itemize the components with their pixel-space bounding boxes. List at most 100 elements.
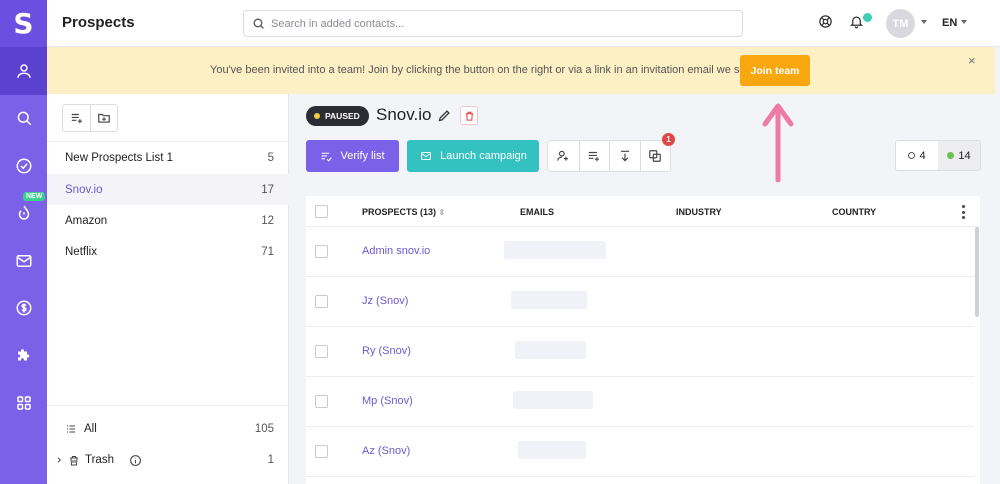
create-folder-button[interactable] [90,105,117,131]
table-row[interactable]: Az (Snov) [306,427,974,477]
annotation-arrow-icon [762,103,794,183]
list-item[interactable]: Snov.io 17 [47,174,289,205]
table-scrollbar[interactable] [975,227,979,317]
puzzle-icon [17,349,29,361]
search-input[interactable] [271,17,731,30]
table-row[interactable]: Mp (Snov) [306,377,974,427]
search-icon [17,111,31,126]
prospect-name[interactable]: Ry (Snov) [362,345,411,357]
list-item[interactable]: Netflix 71 [47,236,289,267]
info-icon[interactable] [129,454,142,467]
left-nav-rail: S NEW [0,0,47,484]
verify-list-button[interactable]: Verify list [306,140,399,172]
mail-icon [421,152,432,160]
add-list-icon [71,113,82,124]
nav-billing[interactable] [0,285,47,333]
list-item[interactable]: New Prospects List 1 5 [47,142,289,173]
team-invite-banner: You've been invited into a team! Join by… [47,47,995,94]
list-actions-group [547,140,671,172]
green-dot-icon [947,152,955,159]
nav-drips[interactable]: NEW [0,190,47,238]
delete-list-button[interactable] [460,106,478,125]
nav-email[interactable] [0,237,47,285]
trash-icon [465,111,473,121]
prospect-name[interactable]: Mp (Snov) [362,395,413,407]
table-row[interactable]: Jz (Snov) [306,277,974,327]
verification-stats: 4 14 [895,140,981,171]
add-to-list-button[interactable] [578,141,610,171]
row-checkbox[interactable] [315,445,328,458]
unverified-stat[interactable]: 4 [896,141,938,170]
create-list-button[interactable] [63,105,90,131]
ring-icon [908,152,916,159]
valid-count: 14 [958,149,971,162]
app-logo[interactable]: S [0,0,47,47]
list-count: 5 [267,151,274,164]
row-checkbox[interactable] [315,295,328,308]
list-name: Netflix [65,245,97,258]
dollar-icon [16,300,31,316]
email-placeholder [518,441,586,459]
more-options-icon[interactable] [957,205,969,219]
add-folder-icon [98,113,110,123]
bell-icon[interactable] [849,14,864,29]
sort-icon: ⇕ [438,208,446,217]
join-team-button[interactable]: Join team [740,55,810,86]
nav-search[interactable] [0,95,47,143]
divider [47,405,289,406]
row-checkbox[interactable] [315,245,328,258]
trash-item[interactable]: Trash 1 [47,446,289,474]
trash-icon [70,455,78,465]
lists-panel: New Prospects List 1 5 Snov.io 17 Amazon… [47,94,289,484]
avatar[interactable]: TM [886,9,915,38]
nav-prospects[interactable] [0,47,47,95]
col-emails: EMAILS [520,207,555,217]
verify-list-label: Verify list [340,150,385,162]
prospect-name[interactable]: Az (Snov) [362,445,410,457]
table-row[interactable]: Ry (Snov) [306,327,974,377]
list-tools [62,104,118,132]
nav-integrations[interactable] [0,332,47,380]
export-button[interactable] [609,141,640,171]
list-item[interactable]: Amazon 12 [47,205,289,236]
select-all-checkbox[interactable] [315,205,328,218]
all-prospects-item[interactable]: All 105 [47,415,289,443]
duplicates-count-badge: 1 [662,133,675,146]
top-bar: Prospects TM EN [47,0,1000,47]
pencil-icon[interactable] [437,108,452,123]
download-icon [620,150,629,162]
list-count: 17 [261,183,274,196]
email-placeholder [515,341,586,359]
verify-list-icon [322,152,333,162]
trash-label: Trash [85,454,114,466]
launch-campaign-button[interactable]: Launch campaign [407,140,539,172]
chevron-down-icon[interactable] [921,20,927,24]
valid-stat[interactable]: 14 [938,141,980,170]
trash-count: 1 [267,454,274,466]
chevron-down-icon[interactable] [961,20,967,24]
status-badge: PAUSED [306,106,369,126]
mail-icon [16,254,31,267]
prospects-table: PROSPECTS (13) ⇕ EMAILS INDUSTRY COUNTRY… [306,196,980,484]
close-icon[interactable]: × [968,53,976,68]
all-count: 105 [254,423,274,435]
prospect-name[interactable]: Jz (Snov) [362,295,408,307]
table-row[interactable]: Admin snov.io [306,227,974,277]
language-selector[interactable]: EN [942,17,957,29]
prospect-name[interactable]: Admin snov.io [362,245,430,257]
add-prospect-button[interactable] [548,141,579,171]
nav-verifier[interactable] [0,142,47,190]
email-placeholder [504,241,606,259]
duplicate-icon [649,150,662,162]
row-checkbox[interactable] [315,345,328,358]
chevron-right-icon[interactable] [55,456,63,464]
grid-icon [16,396,31,410]
nav-apps[interactable] [0,380,47,428]
col-prospects[interactable]: PROSPECTS (13) ⇕ [362,207,445,217]
status-dot [314,113,320,119]
notification-dot [863,13,872,22]
row-checkbox[interactable] [315,395,328,408]
col-prospects-label: PROSPECTS (13) [362,207,437,217]
help-lifebuoy-icon[interactable] [818,14,833,29]
search-box[interactable] [243,10,743,37]
